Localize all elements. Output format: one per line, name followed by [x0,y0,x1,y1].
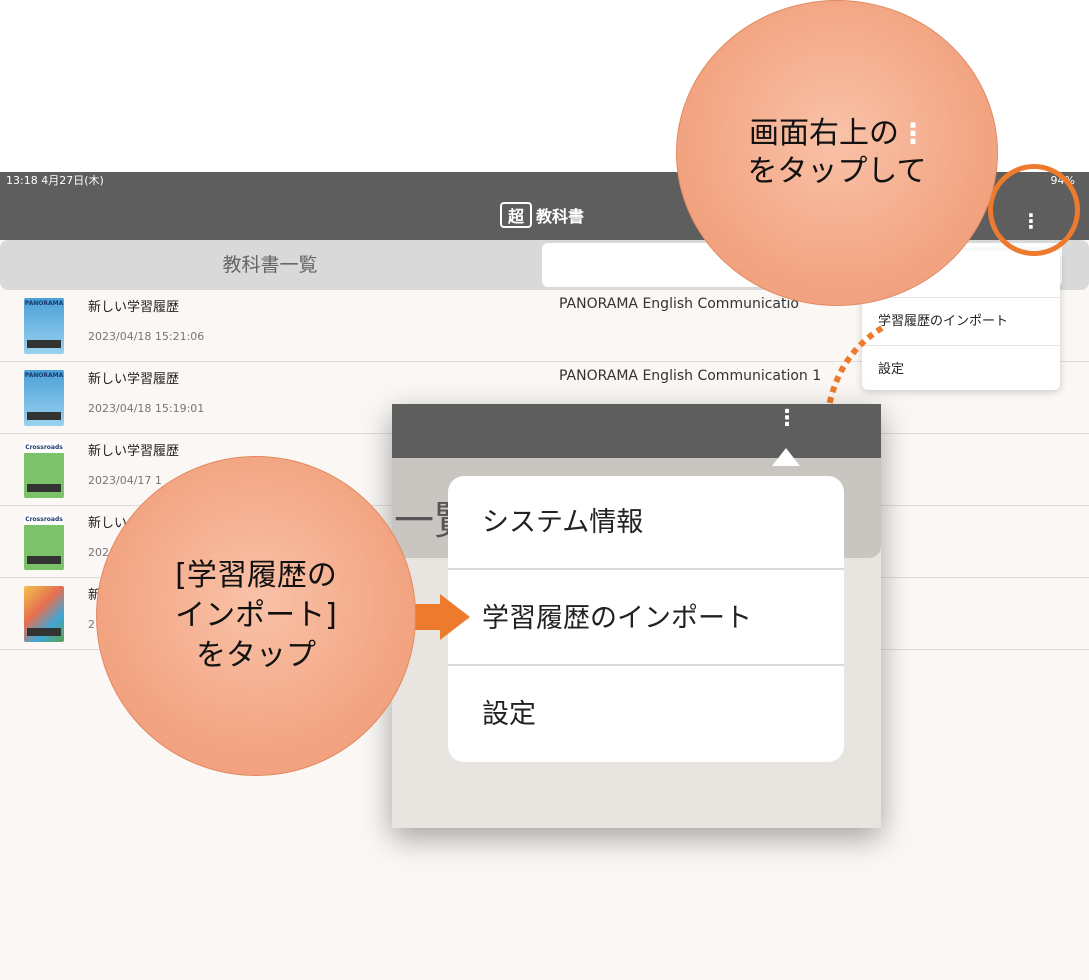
zoom-nav-bar: ⋮ [392,404,881,458]
callout-top-line1: 画面右上の⋮ [749,115,927,154]
callout-left-line1: [学習履歴の [175,558,337,593]
more-menu-icon: ⋮ [899,117,927,151]
menu-item-settings[interactable]: 設定 [448,668,844,762]
callout-left-line2: インポート] [175,598,337,633]
callout-top-text1: 画面右上の [749,115,899,151]
callout-top-line2: をタップして [747,154,927,190]
callout-top: 画面右上の⋮ をタップして [676,0,998,306]
more-menu-icon[interactable]: ⋮ [772,406,802,432]
callout-left-line3: をタップ [196,638,316,673]
menu-item-system-info[interactable]: システム情報 [448,476,844,570]
callout-left: [学習履歴の インポート] をタップ [96,456,416,776]
zoom-popup-menu: システム情報 学習履歴のインポート 設定 [448,476,844,762]
menu-item-import-history[interactable]: 学習履歴のインポート [448,572,844,666]
popover-arrow [772,448,800,466]
